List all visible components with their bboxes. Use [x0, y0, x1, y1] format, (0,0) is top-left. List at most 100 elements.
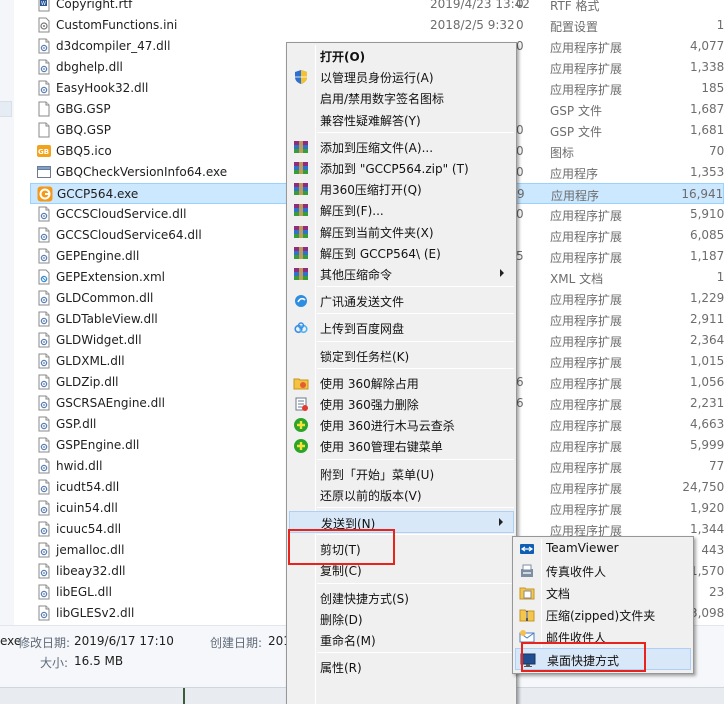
menu-item-label: 锁定到任务栏(K) [320, 349, 410, 364]
dll-file-icon [36, 353, 52, 369]
file-type: 应用程序扩展 [550, 482, 623, 496]
file-type: RTF 格式 [550, 0, 600, 13]
dll-file-icon [36, 59, 52, 75]
blank-file-icon [36, 122, 52, 138]
menu-item[interactable]: 使用 360进行木马云查杀 [289, 414, 514, 436]
menu-item[interactable]: 属性(R) [289, 656, 514, 678]
menu-item[interactable]: 删除(D) [289, 608, 514, 630]
blank-file-icon [36, 101, 52, 117]
menu-item[interactable]: 使用 360管理右键菜单 [289, 435, 514, 457]
xml-file-icon [36, 269, 52, 285]
dll-file-icon [36, 248, 52, 264]
size-label: 大小: [40, 656, 69, 670]
winrar-icon [293, 245, 309, 261]
file-name: GLDXML.dll [56, 354, 125, 368]
menu-item[interactable]: 启用/禁用数字签名图标 [289, 87, 514, 109]
menu-item[interactable]: 打开(O) [289, 45, 514, 67]
menu-item[interactable]: 用360压缩打开(Q) [289, 178, 514, 200]
menu-item-label: 附到「开始」菜单(U) [320, 467, 435, 482]
file-name: CustomFunctions.ini [56, 18, 178, 32]
dll-file-icon [36, 563, 52, 579]
ini-file-icon [36, 17, 52, 33]
menu-item[interactable]: 其他压缩命令 [289, 263, 514, 285]
menu-item[interactable]: TeamViewer [515, 538, 691, 560]
menu-item[interactable]: 附到「开始」菜单(U) [289, 463, 514, 485]
winrar-icon [293, 139, 309, 155]
menu-item[interactable]: 重命名(M) [289, 629, 514, 651]
menu-item-label: 上传到百度网盘 [320, 322, 405, 337]
file-name: GCCSCloudService.dll [56, 207, 187, 221]
menu-item[interactable]: 解压到当前文件夹(X) [289, 221, 514, 243]
menu-item-label: 用360压缩打开(Q) [320, 183, 422, 198]
annotation-highlight-send-to [288, 529, 395, 565]
menu-item[interactable]: 以管理员身份运行(A) [289, 66, 514, 88]
file-size: 16,941 K [681, 187, 724, 201]
menu-item-label: 使用 360进行木马云查杀 [320, 419, 455, 434]
dll-file-icon [36, 437, 52, 453]
file-column-fragment: 0 [516, 123, 524, 137]
menu-item[interactable]: 上传到百度网盘 [289, 317, 514, 339]
ico-file-icon: GB [36, 143, 52, 159]
file-row[interactable]: CustomFunctions.ini 02018/2/5 9:32 配置设置 1 K [30, 15, 724, 36]
menu-separator [317, 507, 514, 508]
dll-file-icon [36, 479, 52, 495]
file-size: 1 K [716, 18, 724, 32]
file-row[interactable]: W Copyright.rtf 0 2019/4/23 13:42 RTF 格式 [30, 0, 724, 15]
menu-item-label: TeamViewer [546, 541, 619, 555]
size-value: 16.5 MB [74, 654, 124, 668]
menu-item[interactable]: 使用 360强力删除 [289, 393, 514, 415]
file-type: 应用程序扩展 [550, 314, 623, 328]
file-name: GBQ.GSP [56, 123, 111, 137]
menu-item[interactable]: 压缩(zipped)文件夹 [515, 604, 691, 626]
file-type: 图标 [550, 146, 575, 160]
menu-item[interactable]: 锁定到任务栏(K) [289, 345, 514, 367]
file-name: GEPExtension.xml [56, 270, 165, 284]
file-name: jemalloc.dll [56, 543, 125, 557]
menu-item[interactable]: 广讯通发送文件 [289, 290, 514, 312]
menu-separator [317, 286, 514, 288]
file-type: 应用程序扩展 [550, 335, 623, 349]
menu-item[interactable]: 添加到压缩文件(A)... [289, 136, 514, 158]
dll-file-icon [36, 332, 52, 348]
dll-file-icon [36, 311, 52, 327]
winrar-icon [293, 181, 309, 197]
file-size: 1 K [716, 270, 724, 284]
context-menu[interactable]: 打开(O) 以管理员身份运行(A) 启用/禁用数字签名图标 兼容性疑难解答(Y) 添加到… [286, 42, 517, 704]
rtf-file-icon: W [36, 0, 52, 12]
file-size: 2,364 K [689, 333, 724, 347]
file-type: 应用程序扩展 [550, 230, 623, 244]
menu-item[interactable]: 解压到(F)... [289, 199, 514, 221]
menu-item[interactable]: 添加到 "GCCP564.zip" (T) [289, 157, 514, 179]
menu-item[interactable]: 使用 360解除占用 [289, 372, 514, 394]
file-type: XML 文档 [550, 272, 604, 286]
menu-item[interactable]: 创建快捷方式(S) [289, 587, 514, 609]
menu-item[interactable]: 还原以前的版本(V) [289, 484, 514, 506]
shield-360-icon [293, 438, 309, 454]
file-name: GEPEngine.dll [56, 249, 140, 263]
file-size: 70 K [709, 144, 724, 158]
file-name: GCCSCloudService64.dll [56, 228, 202, 242]
file-date: 2018/2/5 9:32 [430, 18, 515, 32]
menu-item-label: 属性(R) [320, 661, 362, 676]
dll-file-icon [36, 80, 52, 96]
menu-item[interactable]: 传真收件人 [515, 560, 691, 582]
menu-item[interactable]: 解压到 GCCP564\ (E) [289, 242, 514, 264]
baidu-cloud-icon [293, 320, 309, 336]
menu-item[interactable]: 文档 [515, 582, 691, 604]
menu-separator [317, 340, 514, 342]
exe-file-icon [36, 164, 52, 180]
file-name: GCCP564.exe [57, 187, 139, 201]
menu-separator [317, 652, 514, 654]
file-size: 2,911 K [689, 312, 724, 326]
pane-tab [0, 101, 12, 117]
menu-item-label: 创建快捷方式(S) [320, 591, 409, 606]
file-column-fragment: 6 [516, 375, 524, 389]
menu-item[interactable]: 兼容性疑难解答(Y) [289, 109, 514, 131]
file-name: Copyright.rtf [56, 0, 133, 11]
dll-file-icon [36, 416, 52, 432]
file-type: 应用程序 [551, 189, 600, 203]
svg-text:GB: GB [38, 148, 49, 156]
file-type: 应用程序扩展 [550, 83, 623, 97]
file-column-fragment: 9 [517, 187, 525, 201]
file-column-fragment: 0 [516, 207, 524, 221]
